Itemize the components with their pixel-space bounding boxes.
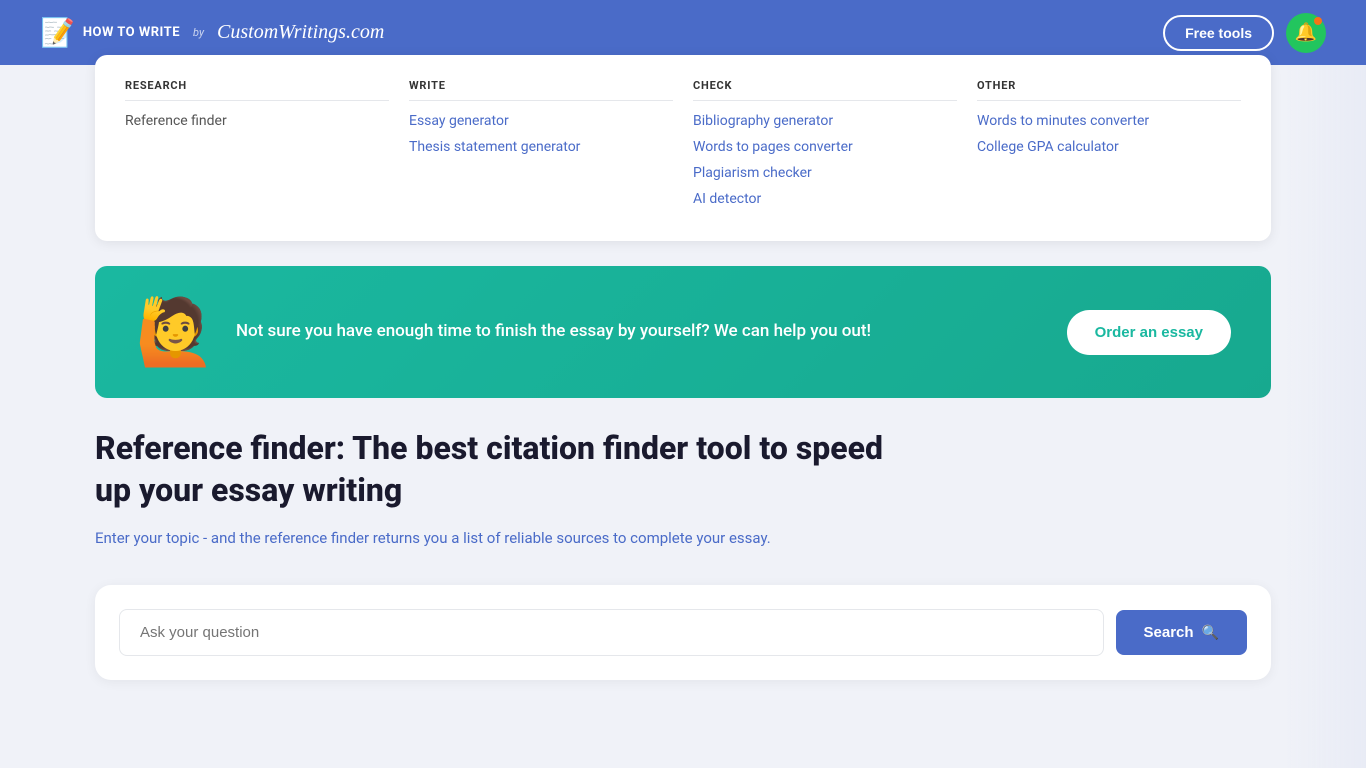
bell-icon: 🔔 [1295, 22, 1317, 43]
notifications-button[interactable]: 🔔 [1286, 13, 1326, 53]
link-essay-generator[interactable]: Essay generator [409, 113, 673, 129]
page-subtitle: Enter your topic - and the reference fin… [95, 527, 1271, 550]
dropdown-research-section: RESEARCH Reference finder [125, 79, 389, 217]
link-bibliography-generator[interactable]: Bibliography generator [693, 113, 957, 129]
link-college-gpa[interactable]: College GPA calculator [977, 139, 1241, 155]
research-section-title: RESEARCH [125, 79, 389, 101]
link-words-to-pages[interactable]: Words to pages converter [693, 139, 957, 155]
tools-dropdown-card: RESEARCH Reference finder WRITE Essay ge… [95, 55, 1271, 241]
logo-how-label: HOW to WRITE [83, 25, 180, 41]
link-reference-finder[interactable]: Reference finder [125, 113, 389, 129]
search-input[interactable] [119, 609, 1104, 656]
logo: 📝 HOW to WRITE by CustomWritings.com [40, 16, 384, 49]
logo-by-text: by [193, 26, 204, 39]
search-icon: 🔍 [1202, 624, 1219, 641]
dropdown-check-section: CHECK Bibliography generator Words to pa… [693, 79, 957, 217]
notification-dot [1314, 17, 1322, 25]
promo-banner: 🙋 Not sure you have enough time to finis… [95, 266, 1271, 398]
link-words-to-minutes[interactable]: Words to minutes converter [977, 113, 1241, 129]
header-actions: Free tools 🔔 [1163, 13, 1326, 53]
dropdown-write-section: WRITE Essay generator Thesis statement g… [409, 79, 673, 217]
page-title: Reference finder: The best citation find… [95, 428, 895, 511]
banner-text: Not sure you have enough time to finish … [236, 319, 1047, 345]
search-container: Search 🔍 [95, 585, 1271, 680]
check-section-title: CHECK [693, 79, 957, 101]
order-essay-button[interactable]: Order an essay [1067, 310, 1231, 355]
write-section-title: WRITE [409, 79, 673, 101]
logo-brand-name: CustomWritings.com [217, 21, 384, 44]
search-button[interactable]: Search 🔍 [1116, 610, 1247, 655]
logo-icon: 📝 [40, 16, 75, 49]
free-tools-button[interactable]: Free tools [1163, 15, 1274, 51]
link-thesis-statement-generator[interactable]: Thesis statement generator [409, 139, 673, 155]
link-plagiarism-checker[interactable]: Plagiarism checker [693, 165, 957, 181]
other-section-title: OTHER [977, 79, 1241, 101]
dropdown-other-section: OTHER Words to minutes converter College… [977, 79, 1241, 217]
banner-emoji: 🙋 [135, 294, 216, 370]
link-ai-detector[interactable]: AI detector [693, 191, 957, 207]
main-content: Reference finder: The best citation find… [95, 428, 1271, 680]
search-button-label: Search [1144, 624, 1194, 641]
